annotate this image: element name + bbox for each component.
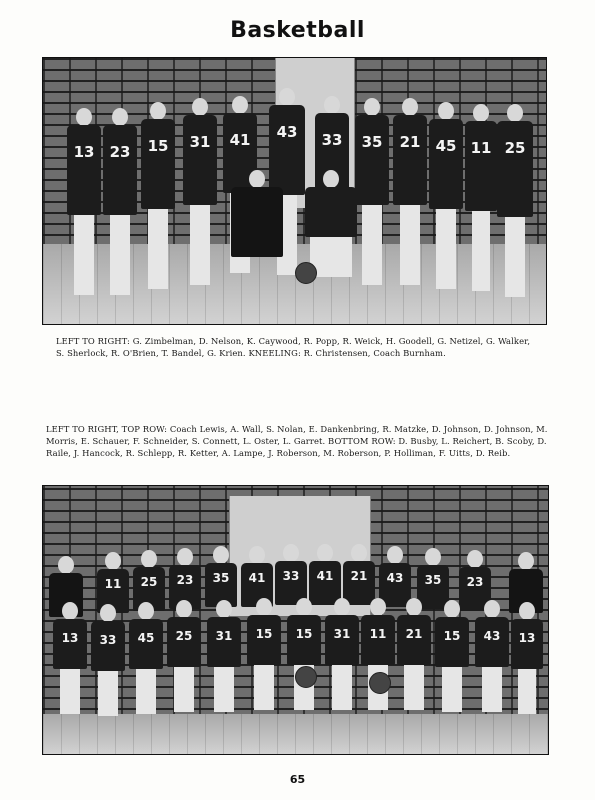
player: 35 [205, 546, 237, 608]
player: 23 [103, 108, 137, 298]
player-kneeling: 43 [475, 600, 509, 720]
player: 15 [141, 102, 175, 292]
player-kneeling: 31 [325, 598, 359, 718]
player-kneeling: 15 [247, 598, 281, 718]
basketball [295, 262, 317, 284]
team-photo-top: 13 23 15 31 41 43 33 35 21 45 11 25 [42, 57, 547, 325]
player-kneeling: 15 [435, 600, 469, 720]
team-photo-bottom: 11 25 23 35 41 33 41 21 43 35 23 13 33 4… [42, 485, 549, 755]
top-photo-caption: LEFT TO RIGHT: G. Zimbelman, D. Nelson, … [56, 336, 531, 358]
player-kneeling: 13 [53, 602, 87, 722]
basketball [295, 666, 317, 688]
player: 41 [309, 544, 341, 606]
player: 21 [393, 98, 427, 288]
player-kneeling: 45 [129, 602, 163, 722]
player: 35 [355, 98, 389, 288]
basketball [369, 672, 391, 694]
bottom-photo-caption: LEFT TO RIGHT, TOP ROW: Coach Lewis, A. … [46, 424, 548, 458]
player: 11 [465, 104, 497, 294]
player-kneeling: 33 [91, 604, 125, 724]
player: 21 [343, 544, 375, 606]
player-kneeling: 15 [287, 598, 321, 718]
player: 25 [497, 104, 533, 300]
player: 45 [429, 102, 463, 292]
player-kneeling: 25 [167, 600, 201, 720]
player: 13 [67, 108, 101, 298]
player-kneeling: 11 [361, 598, 395, 718]
player-kneeling: 13 [511, 602, 543, 722]
player: 33 [275, 544, 307, 606]
page-title: Basketball [230, 18, 365, 43]
coach-kneeling [231, 170, 283, 280]
player: 31 [183, 98, 217, 288]
page-number: 65 [289, 773, 306, 786]
player-kneeling: 21 [397, 598, 431, 718]
player-kneeling: 31 [207, 600, 241, 720]
